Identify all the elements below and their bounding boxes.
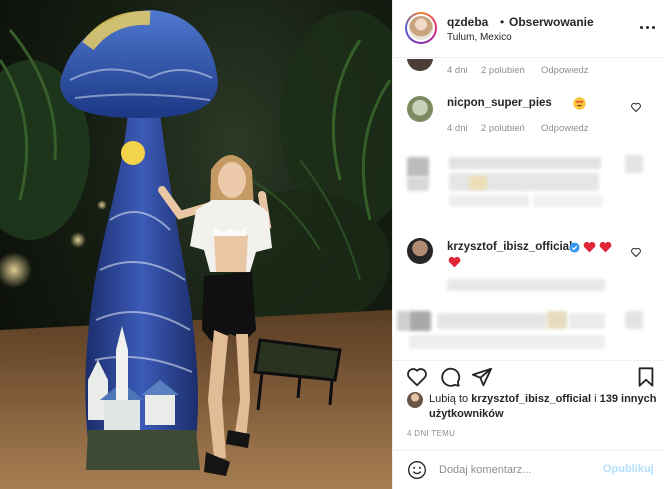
red-heart-emoji-icon <box>448 256 461 268</box>
post-photo[interactable] <box>0 0 392 489</box>
liker-username[interactable]: krzysztof_ibisz_official <box>471 393 591 405</box>
author-avatar[interactable] <box>405 12 437 44</box>
heart-eyes-emoji-icon <box>573 97 586 110</box>
comment-reply-button[interactable]: Odpowiedz <box>541 65 589 76</box>
commenter-avatar[interactable] <box>407 59 433 71</box>
verified-badge-icon <box>569 242 580 253</box>
likes-prefix: Lubią to <box>429 393 469 405</box>
following-button[interactable]: Obserwowanie <box>509 15 594 29</box>
red-heart-emoji-icon <box>599 241 612 253</box>
like-comment-heart-icon[interactable] <box>630 246 642 258</box>
comment-reply-button[interactable]: Odpowiedz <box>541 123 589 134</box>
comments-list[interactable]: 4 dni 2 polubień Odpowiedz nicpon_super_… <box>393 59 664 359</box>
commenter-username[interactable]: nicpon_super_pies <box>447 97 552 109</box>
comment-likes[interactable]: 2 polubień <box>481 123 525 134</box>
likes-connector: i <box>594 393 597 405</box>
comment-bubble-icon[interactable] <box>439 366 461 388</box>
post-date[interactable]: 4 DNI TEMU <box>407 429 455 438</box>
add-comment-form: Opublikuj <box>393 450 664 489</box>
comment-likes[interactable]: 2 polubień <box>481 65 525 76</box>
like-heart-icon[interactable] <box>406 366 428 388</box>
comment-age: 4 dni <box>447 123 468 134</box>
share-send-icon[interactable] <box>471 366 493 388</box>
pixelated-comment-meta <box>447 279 605 291</box>
liker-avatar[interactable] <box>407 392 423 408</box>
post-header: qzdeba • Obserwowanie Tulum, Mexico <box>393 0 664 58</box>
header-separator: • <box>500 15 505 29</box>
commenter-avatar[interactable] <box>407 238 433 264</box>
post-comment-button[interactable]: Opublikuj <box>603 463 654 475</box>
emoji-picker-icon[interactable] <box>407 460 427 480</box>
commenter-avatar[interactable] <box>407 96 433 122</box>
commenter-username[interactable]: krzysztof_ibisz_official <box>447 241 572 253</box>
post-actions <box>393 360 664 390</box>
comment-age: 4 dni <box>447 65 468 76</box>
photo-illustration <box>0 10 392 489</box>
comment-input[interactable] <box>439 461 589 479</box>
save-bookmark-icon[interactable] <box>635 366 657 388</box>
red-heart-emoji-icon <box>583 241 596 253</box>
author-username[interactable]: qzdeba <box>447 15 488 29</box>
like-comment-heart-icon[interactable] <box>630 101 642 113</box>
more-options-icon[interactable] <box>637 20 657 34</box>
post-location[interactable]: Tulum, Mexico <box>447 32 512 43</box>
post-side-panel: qzdeba • Obserwowanie Tulum, Mexico 4 dn… <box>392 0 664 489</box>
